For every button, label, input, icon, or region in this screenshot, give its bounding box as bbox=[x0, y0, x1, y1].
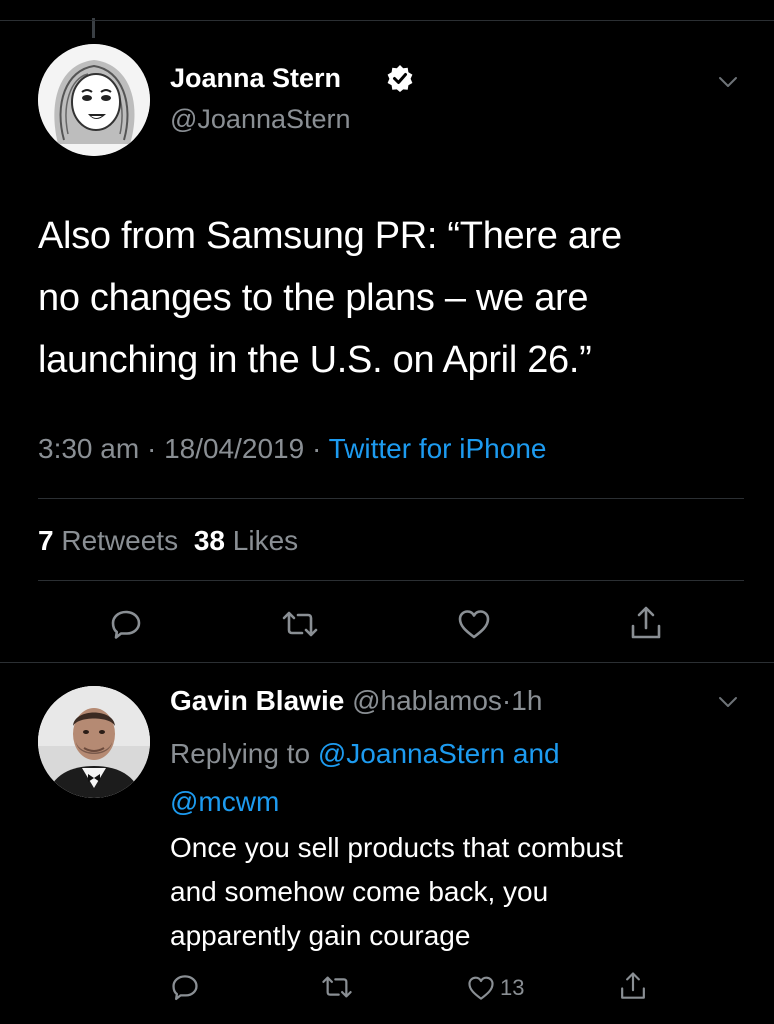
divider bbox=[38, 498, 744, 499]
heart-icon bbox=[466, 974, 496, 1002]
mention-link[interactable]: @mcwm bbox=[170, 786, 279, 817]
avatar-joanna-stern[interactable] bbox=[38, 44, 150, 156]
reply-icon[interactable] bbox=[168, 970, 202, 1004]
reply-text-line: Once you sell products that combust bbox=[170, 832, 623, 863]
likes-label: Likes bbox=[232, 525, 299, 556]
reply-author-name[interactable]: Gavin Blawie bbox=[170, 685, 344, 716]
likes-count: 38 bbox=[193, 525, 226, 556]
author-handle[interactable]: @JoannaStern bbox=[170, 103, 351, 135]
verified-badge-icon bbox=[386, 64, 414, 92]
mention-link[interactable]: @JoannaStern bbox=[318, 738, 505, 769]
replying-and: and bbox=[512, 738, 560, 769]
chevron-down-icon[interactable] bbox=[716, 694, 740, 710]
share-icon[interactable] bbox=[616, 968, 650, 1004]
reply-icon[interactable] bbox=[106, 604, 146, 644]
tweet-source-link[interactable]: Twitter for iPhone bbox=[329, 433, 547, 464]
tweet-meta: 3:30 am · 18/04/2019 · Twitter for iPhon… bbox=[38, 432, 546, 466]
likes-stat[interactable]: 38 Likes bbox=[194, 525, 298, 556]
tweet-text: Also from Samsung PR: “There are no chan… bbox=[38, 205, 622, 391]
tweet-text-line: Also from Samsung PR: “There are bbox=[38, 215, 622, 257]
heart-icon[interactable] bbox=[454, 604, 494, 644]
like-action[interactable]: 13 bbox=[466, 972, 524, 1004]
retweet-icon[interactable] bbox=[278, 604, 322, 644]
reply-text-line: and somehow come back, you bbox=[170, 876, 549, 907]
reply-author-handle[interactable]: @hablamos bbox=[352, 685, 502, 716]
retweets-stat[interactable]: 7 Retweets bbox=[38, 525, 186, 556]
retweets-count: 7 bbox=[38, 525, 54, 556]
reply-header: Gavin Blawie @hablamos·1h bbox=[170, 684, 542, 718]
tweet-text-line: launching in the U.S. on April 26.” bbox=[38, 339, 592, 381]
reply-text-line: apparently gain courage bbox=[170, 920, 471, 951]
retweet-icon[interactable] bbox=[318, 970, 356, 1004]
replying-to-label: Replying to bbox=[170, 738, 311, 769]
tweet-time: 3:30 am bbox=[38, 433, 140, 464]
divider bbox=[0, 662, 774, 663]
chevron-down-icon[interactable] bbox=[716, 74, 740, 90]
meta-separator: · bbox=[501, 685, 512, 716]
divider bbox=[38, 580, 744, 581]
tweet-text-line: no changes to the plans – we are bbox=[38, 277, 589, 319]
meta-separator: · bbox=[146, 433, 157, 464]
meta-separator: · bbox=[311, 433, 322, 464]
author-name[interactable]: Joanna Stern bbox=[170, 62, 341, 94]
replying-to: Replying to @JoannaStern and @mcwm bbox=[170, 730, 670, 826]
tweet-stats: 7 Retweets 38 Likes bbox=[38, 524, 298, 558]
share-icon[interactable] bbox=[626, 602, 666, 644]
avatar-gavin-blawie[interactable] bbox=[38, 686, 150, 798]
top-divider bbox=[0, 20, 774, 21]
like-count: 13 bbox=[500, 975, 525, 1000]
reply-text: Once you sell products that combust and … bbox=[170, 826, 623, 958]
retweets-label: Retweets bbox=[61, 525, 179, 556]
thread-connector bbox=[92, 18, 95, 38]
tweet-date: 18/04/2019 bbox=[164, 433, 305, 464]
reply-time: 1h bbox=[511, 685, 543, 716]
